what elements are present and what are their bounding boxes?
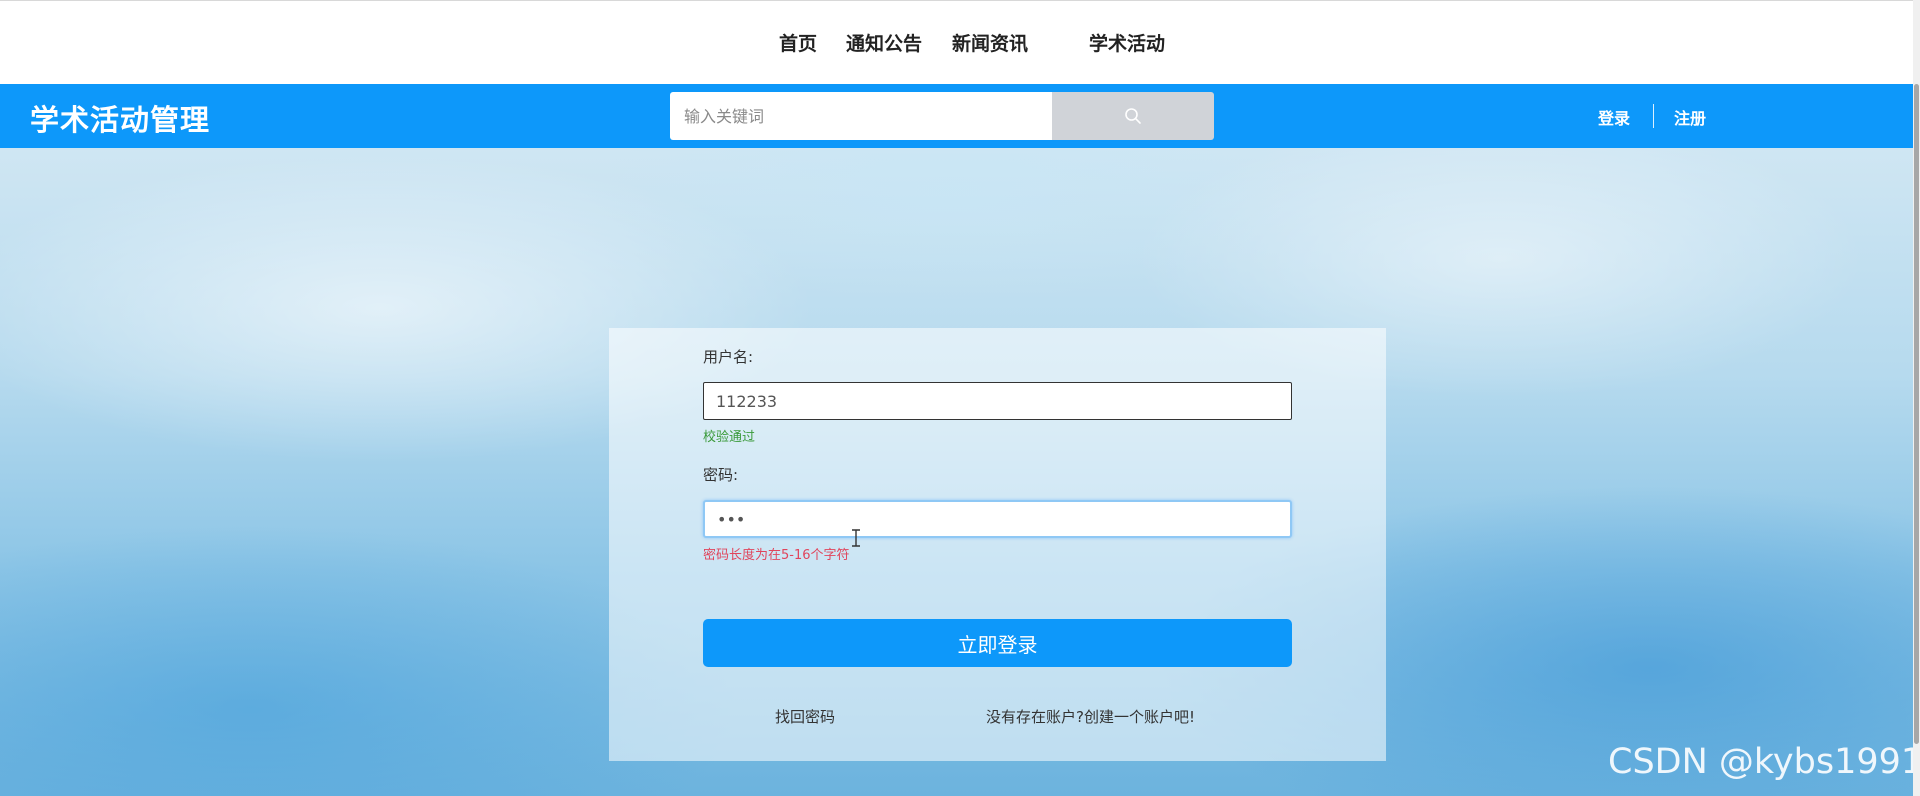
nav-item-news[interactable]: 新闻资讯: [952, 29, 1028, 56]
nav-item-home[interactable]: 首页: [779, 29, 817, 56]
watermark: CSDN @kybs1991: [1608, 742, 1920, 782]
username-label: 用户名:: [703, 348, 754, 366]
nav-item-academic-activities[interactable]: 学术活动: [1089, 29, 1165, 56]
create-account-link[interactable]: 没有存在账户?创建一个账户吧!: [986, 706, 1195, 727]
username-hint: 校验通过: [703, 430, 756, 445]
header-bar: 学术活动管理 登录 注册: [0, 84, 1920, 148]
login-button[interactable]: 立即登录: [703, 619, 1292, 667]
search-button[interactable]: [1052, 92, 1214, 140]
password-field[interactable]: [703, 500, 1292, 538]
top-nav: 首页 通知公告 新闻资讯 学术活动: [0, 0, 1920, 84]
text-cursor-icon: [852, 529, 860, 547]
forgot-password-link[interactable]: 找回密码: [775, 706, 835, 727]
login-panel: 用户名: 校验通过 密码: 密码长度为在5-16个字符 立即登录 找回密码 没有…: [609, 328, 1386, 761]
site-title: 学术活动管理: [30, 103, 211, 137]
login-link[interactable]: 登录: [1598, 105, 1630, 129]
auth-divider: [1653, 104, 1654, 128]
search-input[interactable]: [670, 92, 1052, 140]
password-label: 密码:: [703, 466, 739, 484]
register-link[interactable]: 注册: [1674, 105, 1706, 129]
search-icon: [1125, 108, 1141, 124]
nav-item-notices[interactable]: 通知公告: [846, 29, 922, 56]
scrollbar-thumb[interactable]: [1914, 84, 1919, 744]
password-hint: 密码长度为在5-16个字符: [703, 548, 850, 563]
username-field[interactable]: [703, 382, 1292, 420]
